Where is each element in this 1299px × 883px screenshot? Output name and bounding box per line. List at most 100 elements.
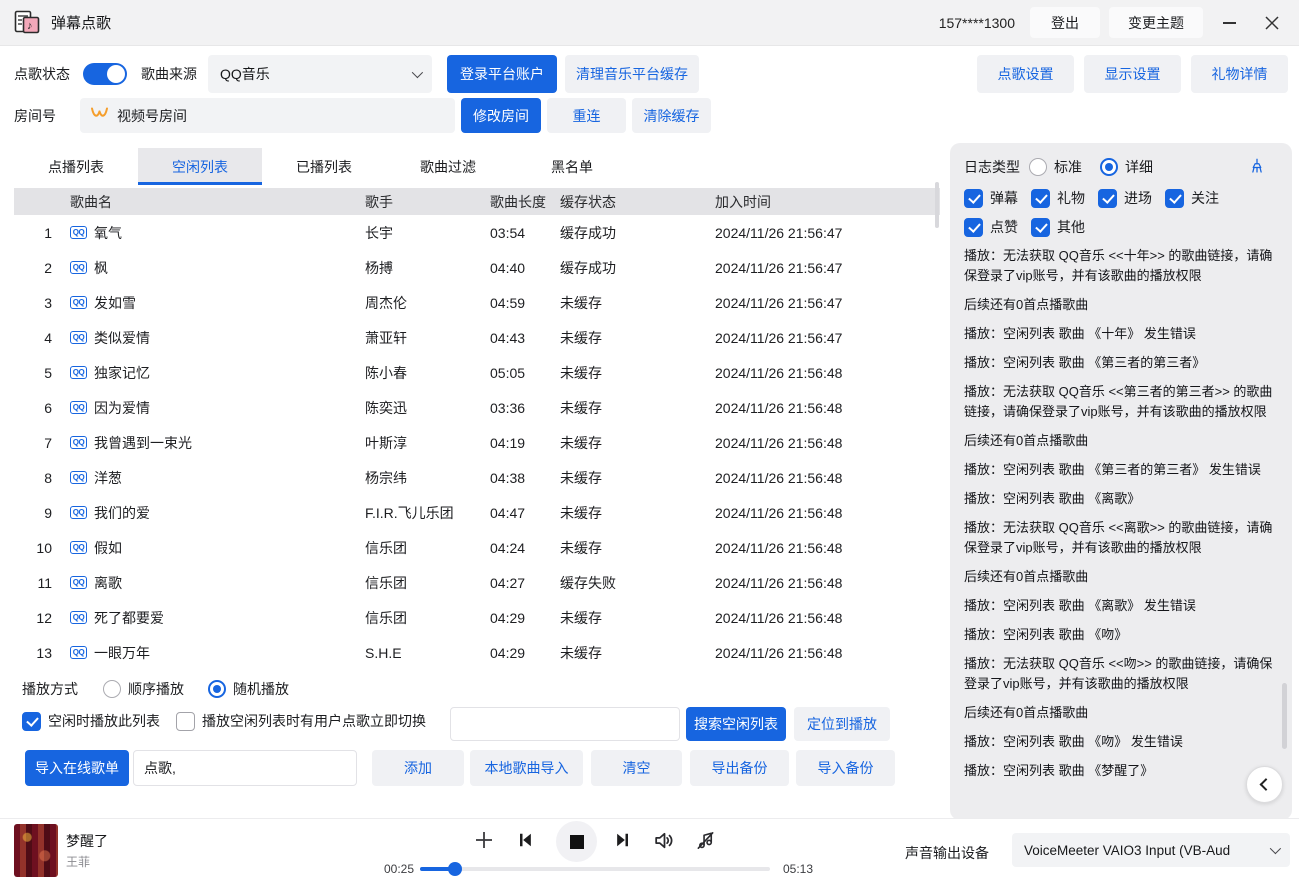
collapse-log-button[interactable] bbox=[1246, 766, 1283, 803]
added-time-cell: 2024/11/26 21:56:48 bbox=[715, 470, 940, 486]
table-row[interactable]: 1QQ氧气长宇03:54缓存成功2024/11/26 21:56:47 bbox=[14, 215, 940, 250]
login-platform-button[interactable]: 登录平台账户 bbox=[447, 55, 557, 93]
checkbox-icon[interactable] bbox=[22, 712, 41, 731]
row-index: 10 bbox=[14, 540, 58, 556]
log-filter-option[interactable]: 其他 bbox=[1031, 217, 1085, 237]
log-filter-option[interactable]: 礼物 bbox=[1031, 188, 1085, 208]
source-select[interactable]: QQ音乐 bbox=[208, 55, 432, 93]
checkbox-icon[interactable] bbox=[964, 189, 983, 208]
qq-music-source-icon: QQ bbox=[70, 541, 87, 554]
duration-cell: 03:36 bbox=[490, 400, 560, 416]
added-time-cell: 2024/11/26 21:56:47 bbox=[715, 260, 940, 276]
play-mode-option[interactable]: 顺序播放 bbox=[103, 679, 184, 699]
table-row[interactable]: 3QQ发如雪周杰伦04:59未缓存2024/11/26 21:56:47 bbox=[14, 285, 940, 320]
progress-track[interactable] bbox=[420, 867, 770, 871]
radio-icon[interactable] bbox=[103, 680, 121, 698]
table-scrollbar[interactable] bbox=[935, 182, 939, 228]
log-scrollbar[interactable] bbox=[1282, 683, 1287, 749]
next-track-button[interactable] bbox=[613, 830, 633, 850]
volume-button[interactable] bbox=[652, 828, 677, 853]
export-backup-button[interactable]: 导出备份 bbox=[690, 750, 789, 786]
checkbox-icon[interactable] bbox=[1031, 218, 1050, 237]
logout-button[interactable]: 登出 bbox=[1030, 7, 1100, 38]
table-row[interactable]: 8QQ洋葱杨宗纬04:38未缓存2024/11/26 21:56:48 bbox=[14, 460, 940, 495]
log-filter-option[interactable]: 关注 bbox=[1165, 188, 1219, 208]
clear-log-icon[interactable] bbox=[1248, 157, 1266, 178]
minimize-button[interactable] bbox=[1212, 7, 1246, 38]
table-row[interactable]: 12QQ死了都要爱信乐团04:29未缓存2024/11/26 21:56:48 bbox=[14, 600, 940, 635]
idle-play-option[interactable]: 空闲时播放此列表 bbox=[22, 711, 160, 731]
play-mode-option[interactable]: 随机播放 bbox=[208, 679, 289, 699]
output-device-select[interactable]: VoiceMeeter VAIO3 Input (VB-Aud bbox=[1012, 833, 1290, 867]
log-type-option[interactable]: 标准 bbox=[1029, 157, 1082, 177]
radio-icon[interactable] bbox=[208, 680, 226, 698]
previous-track-button[interactable] bbox=[515, 830, 535, 850]
elapsed-time: 00:25 bbox=[384, 862, 414, 876]
radio-icon[interactable] bbox=[1100, 158, 1118, 176]
table-row[interactable]: 2QQ枫杨搏04:40缓存成功2024/11/26 21:56:47 bbox=[14, 250, 940, 285]
locate-playing-button[interactable]: 定位到播放 bbox=[794, 707, 890, 741]
log-filter-option[interactable]: 进场 bbox=[1098, 188, 1152, 208]
display-settings-button[interactable]: 显示设置 bbox=[1084, 55, 1181, 93]
change-theme-button[interactable]: 变更主题 bbox=[1109, 7, 1203, 38]
room-input[interactable]: 视频号房间 bbox=[80, 98, 455, 133]
add-song-button[interactable] bbox=[472, 828, 496, 852]
clear-list-button[interactable]: 清空 bbox=[591, 750, 682, 786]
progress-thumb[interactable] bbox=[448, 862, 462, 876]
checkbox-icon[interactable] bbox=[1165, 189, 1184, 208]
log-type-option[interactable]: 详细 bbox=[1100, 157, 1153, 177]
checkbox-icon[interactable] bbox=[964, 218, 983, 237]
table-row[interactable]: 10QQ假如信乐团04:24未缓存2024/11/26 21:56:48 bbox=[14, 530, 940, 565]
table-row[interactable]: 5QQ独家记忆陈小春05:05未缓存2024/11/26 21:56:48 bbox=[14, 355, 940, 390]
cache-status-cell: 未缓存 bbox=[560, 328, 715, 348]
log-filter-option[interactable]: 点赞 bbox=[964, 217, 1018, 237]
modify-room-button[interactable]: 修改房间 bbox=[461, 98, 541, 133]
log-type-options: 标准详细 bbox=[1029, 157, 1153, 177]
tab-played-list[interactable]: 已播列表 bbox=[262, 148, 386, 185]
duration-cell: 04:24 bbox=[490, 540, 560, 556]
tab-idle-list[interactable]: 空闲列表 bbox=[138, 148, 262, 185]
checkbox-icon[interactable] bbox=[1031, 189, 1050, 208]
row-index: 8 bbox=[14, 470, 58, 486]
cache-status-cell: 缓存成功 bbox=[560, 223, 715, 243]
table-row[interactable]: 13QQ一眼万年S.H.E04:29未缓存2024/11/26 21:56:48 bbox=[14, 635, 940, 670]
stop-button[interactable] bbox=[556, 821, 597, 862]
song-settings-button[interactable]: 点歌设置 bbox=[977, 55, 1074, 93]
tab-song-filter[interactable]: 歌曲过滤 bbox=[386, 148, 510, 185]
table-row[interactable]: 4QQ类似爱情萧亚轩04:43未缓存2024/11/26 21:56:47 bbox=[14, 320, 940, 355]
local-import-button[interactable]: 本地歌曲导入 bbox=[470, 750, 583, 786]
log-type-label: 日志类型 bbox=[964, 157, 1020, 177]
song-request-toggle[interactable] bbox=[83, 63, 127, 85]
radio-icon[interactable] bbox=[1029, 158, 1047, 176]
idle-options-row: 空闲时播放此列表 播放空闲列表时有用户点歌立即切换 bbox=[22, 711, 426, 731]
table-row[interactable]: 9QQ我们的爱F.I.R.飞儿乐团04:47未缓存2024/11/26 21:5… bbox=[14, 495, 940, 530]
add-button[interactable]: 添加 bbox=[372, 750, 464, 786]
clear-room-cache-button[interactable]: 清除缓存 bbox=[632, 98, 711, 133]
player-bar: 梦醒了 王菲 00:25 bbox=[0, 818, 1299, 883]
reconnect-button[interactable]: 重连 bbox=[547, 98, 626, 133]
request-prefix-input[interactable] bbox=[133, 750, 357, 786]
artist-cell: 叶斯淳 bbox=[365, 433, 490, 453]
import-online-playlist-button[interactable]: 导入在线歌单 bbox=[25, 750, 129, 786]
tab-blacklist[interactable]: 黑名单 bbox=[510, 148, 634, 185]
close-button[interactable] bbox=[1255, 7, 1289, 38]
table-row[interactable]: 11QQ离歌信乐团04:27缓存失败2024/11/26 21:56:48 bbox=[14, 565, 940, 600]
previous-icon bbox=[515, 830, 535, 850]
search-input[interactable] bbox=[450, 707, 680, 741]
log-filter-option[interactable]: 弹幕 bbox=[964, 188, 1018, 208]
search-idle-list-button[interactable]: 搜索空闲列表 bbox=[686, 707, 786, 741]
clean-music-cache-button[interactable]: 清理音乐平台缓存 bbox=[565, 55, 699, 93]
checkbox-icon[interactable] bbox=[176, 712, 195, 731]
table-row[interactable]: 7QQ我曾遇到一束光叶斯淳04:19未缓存2024/11/26 21:56:48 bbox=[14, 425, 940, 460]
lyrics-toggle-button[interactable] bbox=[694, 829, 717, 852]
import-backup-button[interactable]: 导入备份 bbox=[796, 750, 895, 786]
svg-text:♪: ♪ bbox=[27, 20, 33, 32]
checkbox-icon[interactable] bbox=[1098, 189, 1117, 208]
qq-music-source-icon: QQ bbox=[70, 506, 87, 519]
tab-request-list[interactable]: 点播列表 bbox=[14, 148, 138, 185]
gift-details-button[interactable]: 礼物详情 bbox=[1191, 55, 1288, 93]
wechat-channels-icon bbox=[90, 106, 109, 125]
table-row[interactable]: 6QQ因为爱情陈奕迅03:36未缓存2024/11/26 21:56:48 bbox=[14, 390, 940, 425]
switch-on-request-option[interactable]: 播放空闲列表时有用户点歌立即切换 bbox=[176, 711, 426, 731]
duration-cell: 04:43 bbox=[490, 330, 560, 346]
